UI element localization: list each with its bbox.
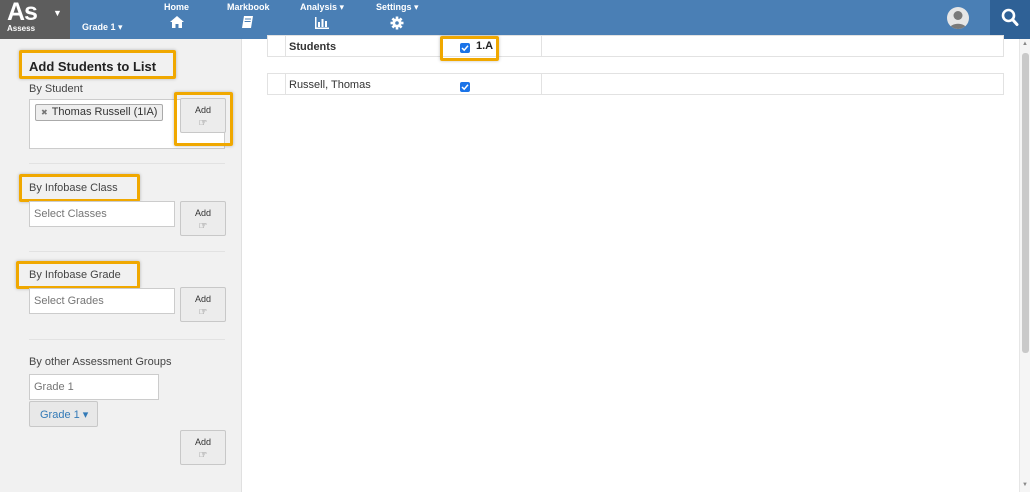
- check-icon: [461, 45, 469, 52]
- add-button-label: Add: [194, 437, 211, 447]
- section-divider: [29, 163, 225, 164]
- select-grades-input[interactable]: [29, 288, 175, 314]
- pointing-hand-icon: ☞: [198, 118, 208, 129]
- by-grade-label: By Infobase Grade: [29, 269, 121, 281]
- section-divider: [29, 339, 225, 340]
- by-student-label: By Student: [29, 83, 83, 95]
- nav-home[interactable]: Home: [164, 2, 189, 29]
- nav-settings-label: Settings ▾: [376, 2, 419, 12]
- app-logo[interactable]: As ▼ Assess: [0, 0, 70, 39]
- nav-markbook-label: Markbook: [227, 2, 270, 12]
- student-name: Russell, Thomas: [289, 79, 371, 91]
- nav-analysis[interactable]: Analysis ▾: [300, 2, 344, 30]
- by-class-label: By Infobase Class: [29, 182, 118, 194]
- scroll-down-icon[interactable]: ▼: [1022, 482, 1028, 488]
- scroll-up-icon[interactable]: ▲: [1022, 41, 1028, 47]
- search-icon: [1001, 8, 1019, 26]
- add-button-label: Add: [194, 208, 211, 218]
- user-avatar[interactable]: [947, 7, 969, 29]
- add-group-button[interactable]: Add ☞: [180, 430, 226, 465]
- logo-subtext: Assess: [7, 24, 36, 33]
- by-group-label: By other Assessment Groups: [29, 356, 172, 368]
- add-button-label: Add: [194, 105, 211, 115]
- nav-analysis-label: Analysis ▾: [300, 2, 345, 12]
- top-navigation-bar: As ▼ Assess Grade 1 ▾ Home Markbook Anal…: [0, 0, 1030, 39]
- assessment-group-input[interactable]: [29, 374, 159, 400]
- student-row-checkbox[interactable]: [460, 82, 470, 92]
- grade-selector[interactable]: Grade 1 ▾: [82, 22, 123, 33]
- book-icon: [242, 16, 254, 28]
- page-scrollbar[interactable]: ▲ ▼: [1019, 39, 1030, 492]
- pointing-hand-icon: ☞: [198, 307, 208, 318]
- bar-chart-icon: [315, 17, 330, 29]
- search-button[interactable]: [990, 0, 1030, 39]
- assessment-group-dropdown[interactable]: Grade 1 ▾: [29, 401, 98, 427]
- user-icon: [949, 11, 967, 29]
- sidebar-title: Add Students to List: [29, 59, 157, 74]
- column-divider: [541, 36, 542, 56]
- logo-caret-icon: ▼: [53, 8, 62, 18]
- students-header: Students: [289, 41, 337, 53]
- column-divider: [541, 74, 542, 94]
- home-icon: [169, 16, 184, 28]
- selected-student-tag[interactable]: ✖ Thomas Russell (1IA): [35, 104, 164, 121]
- column-divider: [285, 74, 286, 94]
- add-students-sidebar: Add Students to List By Student ✖ Thomas …: [0, 39, 242, 492]
- class-select-all-checkbox[interactable]: [460, 43, 470, 53]
- section-divider: [29, 251, 225, 252]
- add-class-button[interactable]: Add ☞: [180, 201, 226, 236]
- add-student-button[interactable]: Add ☞: [180, 98, 226, 133]
- remove-tag-icon[interactable]: ✖: [41, 108, 48, 117]
- nav-home-label: Home: [164, 2, 190, 12]
- pointing-hand-icon: ☞: [198, 450, 208, 461]
- class-column-header: 1.A: [476, 40, 494, 52]
- table-row: Russell, Thomas: [267, 73, 1004, 95]
- add-grade-button[interactable]: Add ☞: [180, 287, 226, 322]
- check-icon: [461, 84, 469, 91]
- select-classes-input[interactable]: [29, 201, 175, 227]
- add-button-label: Add: [194, 294, 211, 304]
- logo-text: As: [7, 0, 38, 26]
- pointing-hand-icon: ☞: [198, 221, 208, 232]
- nav-markbook[interactable]: Markbook: [227, 2, 270, 29]
- column-divider: [285, 36, 286, 56]
- gear-icon: [390, 16, 404, 30]
- selected-student-name: Thomas Russell (1IA): [51, 106, 158, 118]
- table-header-row: Students: [267, 35, 1004, 57]
- nav-settings[interactable]: Settings ▾: [376, 2, 419, 30]
- scrollbar-thumb[interactable]: [1022, 53, 1029, 353]
